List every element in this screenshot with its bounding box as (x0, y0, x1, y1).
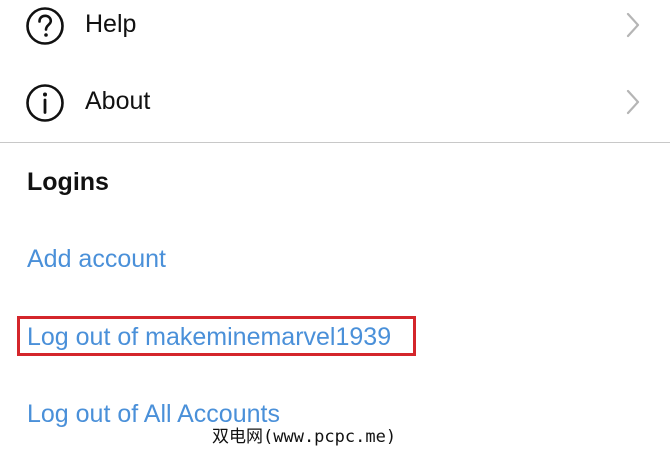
watermark-text: 双电网(www.pcpc.me) (212, 427, 397, 447)
help-menu-item[interactable]: Help (0, 0, 670, 56)
highlight-annotation-box (17, 316, 416, 356)
question-circle-icon (26, 7, 64, 45)
help-label: Help (85, 10, 137, 38)
info-circle-icon (26, 84, 64, 122)
about-label: About (85, 87, 151, 115)
section-divider (0, 142, 670, 143)
about-menu-item[interactable]: About (0, 73, 670, 133)
add-account-link[interactable]: Add account (27, 242, 166, 276)
settings-screen: Help About Logins Add account Log out of… (0, 0, 670, 458)
chevron-right-icon (626, 89, 640, 115)
chevron-right-icon (626, 12, 640, 38)
logins-section-title: Logins (27, 168, 109, 196)
